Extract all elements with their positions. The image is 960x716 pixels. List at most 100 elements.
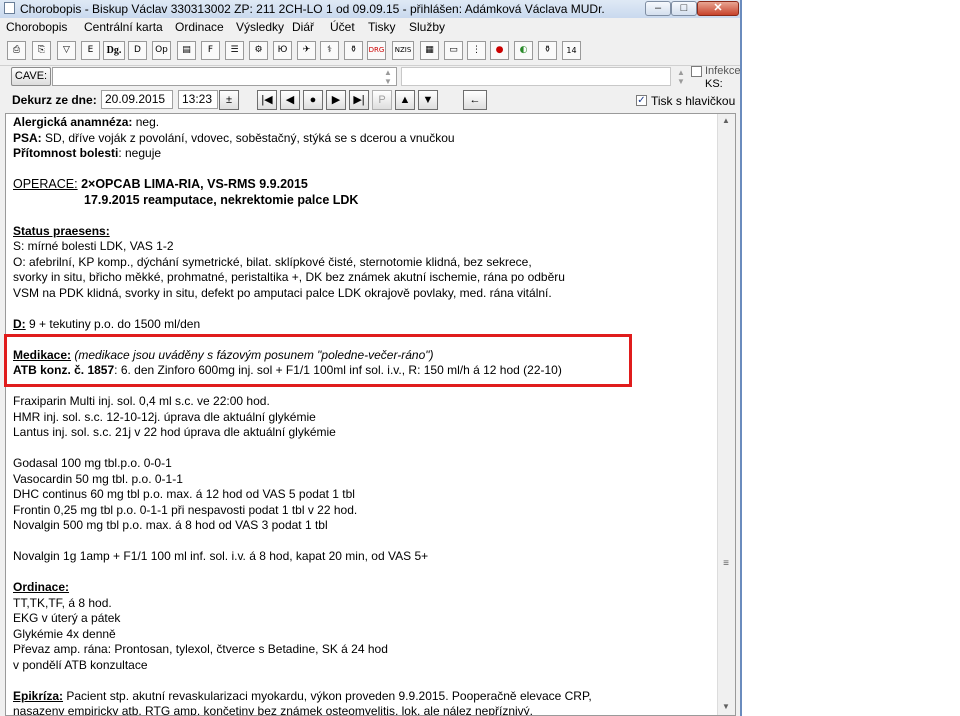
minimize-button[interactable]: – (645, 1, 671, 16)
dots-icon[interactable]: ⋮ (467, 41, 486, 60)
menu-tisky[interactable]: Tisky (368, 20, 396, 34)
tisk-label: Tisk s hlavičkou (651, 94, 736, 108)
status-heading-line: Status praesens: (13, 224, 713, 240)
medikace-note: (medikace jsou uváděny s fázovým posunem… (71, 347, 434, 362)
menu-centralni-karta[interactable]: Centrální karta (84, 20, 163, 34)
back-button[interactable]: ← (463, 90, 487, 110)
vase-icon[interactable]: ⚱ (344, 41, 363, 60)
nav-down-button[interactable]: ▼ (418, 90, 438, 110)
drop-icon[interactable]: ● (490, 41, 509, 60)
nav-next-button[interactable]: ▶ (326, 90, 346, 110)
menu-vysledky[interactable]: Výsledky (236, 20, 284, 34)
ordinace-line: EKG v úterý a pátek (13, 611, 121, 625)
nzis-icon[interactable]: NZIS (392, 41, 414, 60)
cave-button[interactable]: CAVE: (11, 67, 51, 86)
e-document-icon[interactable]: E (81, 41, 100, 60)
nav-first-button[interactable]: |◀ (257, 90, 277, 110)
infekce-checkbox[interactable] (691, 66, 702, 77)
atb-value: : 6. den Zinforo 600mg inj. sol + F1/1 1… (114, 363, 562, 377)
table-icon[interactable]: ▦ (420, 41, 439, 60)
secondary-scroll-up-icon[interactable]: ▲ (677, 68, 685, 77)
scroll-up-icon[interactable]: ▲ (722, 116, 730, 125)
dekurz-row: Dekurz ze dne: 20.09.2015 13:23 ± |◀ ◀ ●… (0, 89, 740, 111)
urn-icon[interactable]: ⚱ (538, 41, 557, 60)
ordinace-heading-line: Ordinace: (13, 580, 713, 596)
medication-line: Novalgin 1g 1amp + F1/1 100 ml inf. sol.… (13, 549, 429, 563)
scroll-down-icon[interactable]: ▼ (722, 702, 730, 711)
close-button[interactable]: ✕ (697, 1, 739, 16)
dekurz-document[interactable]: Alergická anamnéza: neg. PSA: SD, dříve … (5, 113, 736, 716)
transport-icon[interactable]: ✈ (297, 41, 316, 60)
d-document-icon[interactable]: D (128, 41, 147, 60)
filter-icon[interactable]: ▽ (57, 41, 76, 60)
medication-line: HMR inj. sol. s.c. 12-10-12j. úprava dle… (13, 409, 316, 424)
time-adjust-button[interactable]: ± (219, 90, 239, 110)
ordinace-line: Převaz amp. rána: Prontosan, tylexol, čt… (13, 642, 388, 656)
psa-label: PSA: (13, 130, 42, 145)
nav-p-button[interactable]: P (372, 90, 392, 110)
medication-line: Fraxiparin Multi inj. sol. 0,4 ml s.c. v… (13, 394, 270, 408)
tools-icon[interactable]: ⚙ (249, 41, 268, 60)
nav-up-button[interactable]: ▲ (395, 90, 415, 110)
cave-secondary-input[interactable] (401, 67, 671, 86)
operation-icon[interactable]: Op (152, 41, 171, 60)
status-label: Status praesens: (13, 223, 110, 238)
epikriza-line: nasazeny empiricky atb. RTG amp. končeti… (13, 704, 534, 716)
window-icon[interactable]: ▭ (444, 41, 463, 60)
psa-value: SD, dříve voják z povolání, vdovec, sobě… (41, 130, 455, 145)
dekurz-text: Alergická anamnéza: neg. PSA: SD, dříve … (13, 115, 713, 716)
ordinace-line: Glykémie 4x denně (13, 626, 116, 641)
ordinace-line: v pondělí ATB konzultace (13, 657, 148, 672)
epikriza-label: Epikríza: (13, 688, 64, 703)
medical-icon[interactable]: ⚕ (320, 41, 339, 60)
dekurz-time-field[interactable]: 13:23 (178, 90, 218, 109)
maximize-button[interactable]: □ (671, 1, 697, 16)
application-window: Chorobopis - Biskup Václav 330313002 ZP:… (0, 0, 742, 716)
menu-ordinace[interactable]: Ordinace (175, 20, 224, 34)
document-scrollbar[interactable]: ▲ ≡ ▼ (717, 114, 735, 715)
dekurz-label: Dekurz ze dne: (12, 93, 97, 107)
list-icon[interactable]: ☰ (225, 41, 244, 60)
io-icon[interactable]: Ю (273, 41, 292, 60)
copy-icon[interactable]: ⎘ (32, 41, 51, 60)
calendar-icon[interactable]: 14 (562, 41, 581, 60)
form-icon[interactable]: F (201, 41, 220, 60)
globe-icon[interactable]: ◐ (514, 41, 533, 60)
diagnosis-icon[interactable]: Dg. (103, 41, 125, 60)
drg-icon[interactable]: DRG (367, 41, 386, 60)
epikriza-value: Pacient stp. akutní revaskularizaci myok… (63, 688, 592, 703)
cave-row: CAVE: ▲ ▼ ▲ ▼ Infekce KS: (0, 65, 740, 90)
operace-line: OPERACE: 2×OPCAB LIMA-RIA, VS-RMS 9.9.20… (13, 177, 713, 193)
nav-prev-button[interactable]: ◀ (280, 90, 300, 110)
cave-input[interactable] (52, 67, 397, 86)
nav-current-button[interactable]: ● (303, 90, 323, 110)
cave-scroll-up-icon[interactable]: ▲ (384, 68, 392, 77)
psa-line: PSA: SD, dříve voják z povolání, vdovec,… (13, 131, 713, 147)
cave-scroll-down-icon[interactable]: ▼ (384, 77, 392, 86)
scroll-thumb-grip-icon[interactable]: ≡ (721, 557, 731, 571)
medication-line: Frontin 0,25 mg tbl p.o. 0-1-1 při nespa… (13, 502, 358, 517)
atb-line: ATB konz. č. 1857: 6. den Zinforo 600mg … (13, 363, 713, 379)
menu-sluzby[interactable]: Služby (409, 20, 445, 34)
print-icon[interactable]: ⎙ (7, 41, 26, 60)
window-title: Chorobopis - Biskup Václav 330313002 ZP:… (20, 2, 605, 16)
menu-ucet[interactable]: Účet (330, 20, 355, 34)
alergicka-label: Alergická anamnéza: (13, 115, 133, 129)
diet-line: D: 9 + tekutiny p.o. do 1500 ml/den (13, 317, 713, 333)
atb-label: ATB konz. č. 1857 (13, 363, 115, 377)
status-line: S: mírné bolesti LDK, VAS 1-2 (13, 239, 174, 253)
medication-line: Novalgin 500 mg tbl p.o. max. á 8 hod od… (13, 518, 328, 532)
medication-line: Lantus inj. sol. s.c. 21j v 22 hod úprav… (13, 425, 336, 439)
ordinace-label: Ordinace: (13, 580, 70, 594)
secondary-scroll-down-icon[interactable]: ▼ (677, 77, 685, 86)
menu-chorobopis[interactable]: Chorobopis (6, 20, 67, 34)
menu-diar[interactable]: Diář (292, 20, 314, 34)
operace-label: OPERACE: (13, 177, 78, 191)
alergicka-line: Alergická anamnéza: neg. (13, 115, 713, 131)
title-bar: Chorobopis - Biskup Václav 330313002 ZP:… (0, 0, 740, 19)
notes-icon[interactable]: ▤ (177, 41, 196, 60)
nav-last-button[interactable]: ▶| (349, 90, 369, 110)
tisk-checkbox[interactable]: ✓ (636, 95, 647, 106)
operace-value-2: 17.9.2015 reamputace, nekrektomie palce … (84, 192, 359, 207)
dekurz-date-field[interactable]: 20.09.2015 (101, 90, 173, 109)
